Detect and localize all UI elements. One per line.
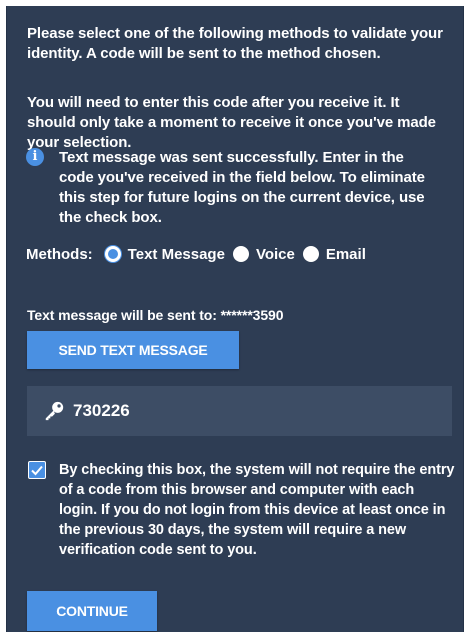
info-message: Text message was sent successfully. Ente… xyxy=(59,149,425,226)
remember-device-checkbox[interactable] xyxy=(28,461,46,479)
remember-device-text: By checking this box, the system will no… xyxy=(59,462,455,558)
verification-code-field[interactable]: 730226 xyxy=(27,386,452,436)
method-option-email[interactable]: Email xyxy=(302,245,366,263)
methods-label: Methods: xyxy=(26,245,93,263)
verification-panel: Please select one of the following metho… xyxy=(6,6,464,632)
continue-button[interactable]: CONTINUE xyxy=(27,591,157,631)
radio-email[interactable] xyxy=(302,246,319,262)
radio-voice[interactable] xyxy=(232,246,249,262)
intro-note: You will need to enter this code after y… xyxy=(27,94,436,151)
method-label-text-message: Text Message xyxy=(127,245,225,263)
info-icon: i xyxy=(26,148,44,166)
intro-instructions: Please select one of the following metho… xyxy=(27,25,443,62)
methods-row: Methods: Text Message Voice Email xyxy=(26,242,374,266)
key-icon xyxy=(45,401,64,421)
verification-code-value: 730226 xyxy=(73,401,130,420)
method-label-email: Email xyxy=(325,245,366,263)
method-label-voice: Voice xyxy=(255,245,295,263)
radio-text-message[interactable] xyxy=(104,246,121,262)
method-option-voice[interactable]: Voice xyxy=(232,245,295,263)
send-to-text: Text message will be sent to: ******3590 xyxy=(27,307,284,323)
send-text-message-button[interactable]: SEND TEXT MESSAGE xyxy=(27,331,239,369)
method-option-text-message[interactable]: Text Message xyxy=(104,245,225,263)
checkmark-icon xyxy=(31,465,43,476)
